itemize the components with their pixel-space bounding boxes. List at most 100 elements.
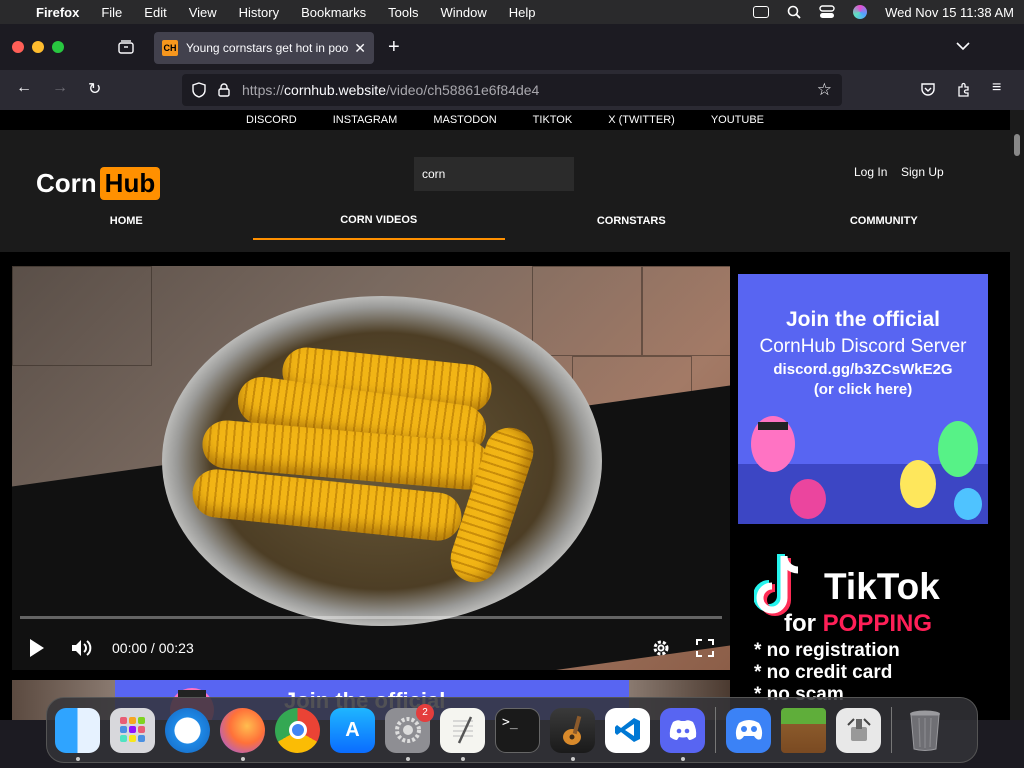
play-icon[interactable] — [30, 639, 44, 657]
menu-file[interactable]: File — [101, 5, 122, 20]
discord-ad-line2: CornHub Discord Server — [759, 336, 967, 357]
video-controls: 00:00 / 00:23 — [12, 626, 730, 670]
dock-separator — [715, 707, 716, 753]
safari-icon[interactable] — [165, 707, 210, 753]
social-link-tiktok[interactable]: TIKTOK — [533, 114, 573, 126]
site-logo[interactable]: Corn Hub — [36, 167, 161, 200]
control-center-icon[interactable] — [819, 5, 835, 19]
social-link-x-twitter[interactable]: X (TWITTER) — [608, 114, 675, 126]
url-scheme: https:// — [242, 82, 285, 98]
minecraft-icon[interactable] — [781, 707, 826, 753]
tab-overview-icon[interactable] — [118, 40, 134, 54]
discord-ad-invite: discord.gg/b3ZCsWkE2G — [773, 361, 953, 378]
firefox-icon[interactable] — [220, 707, 265, 761]
discord-mascots-illustration — [738, 416, 988, 524]
bookmark-star-icon[interactable]: ☆ — [817, 80, 832, 100]
url-host: cornhub.website — [284, 82, 386, 98]
siri-icon[interactable] — [853, 5, 868, 19]
chrome-center — [288, 721, 307, 739]
nav-corn-videos[interactable]: CORN VIDEOS — [252, 202, 505, 240]
tiktok-ad[interactable]: TikTok for POPPING * no registration * n… — [738, 540, 988, 720]
menu-window[interactable]: Window — [441, 5, 487, 20]
nav-cornstars[interactable]: CORNSTARS — [505, 202, 758, 240]
chrome-icon[interactable] — [275, 707, 320, 753]
zoom-window-button[interactable] — [52, 41, 64, 53]
tiktok-popping: POPPING — [822, 610, 933, 637]
new-tab-icon[interactable]: + — [388, 36, 400, 59]
pocket-icon[interactable] — [920, 82, 936, 98]
menu-tools[interactable]: Tools — [388, 5, 418, 20]
tab-active[interactable]: CH Young cornstars get hot in pool ✕ — [154, 32, 374, 64]
extensions-icon[interactable] — [956, 82, 972, 98]
social-link-instagram[interactable]: INSTAGRAM — [333, 114, 398, 126]
search-input[interactable] — [414, 157, 574, 191]
screen-mirroring-icon[interactable] — [753, 6, 770, 18]
nav-community[interactable]: COMMUNITY — [758, 202, 1011, 240]
running-indicator — [76, 756, 80, 761]
menu-bookmarks[interactable]: Bookmarks — [301, 5, 366, 20]
garageband-icon[interactable] — [550, 707, 595, 761]
menu-edit[interactable]: Edit — [144, 5, 166, 20]
url-path: /video/ch58861e6f84de4 — [385, 82, 540, 98]
textedit-icon[interactable] — [440, 707, 485, 761]
running-indicator — [461, 756, 465, 761]
back-icon[interactable]: ← — [16, 79, 32, 97]
social-links: DISCORD INSTAGRAM MASTODON TIKTOK X (TWI… — [0, 110, 1010, 130]
signup-link[interactable]: Sign Up — [901, 165, 944, 179]
social-link-youtube[interactable]: YOUTUBE — [711, 114, 764, 126]
url-bar[interactable]: https:// cornhub.website /video/ch58861e… — [182, 74, 842, 106]
lock-icon[interactable] — [218, 83, 230, 97]
wall-tile — [642, 266, 730, 356]
dock-separator — [891, 707, 892, 753]
nav-home[interactable]: HOME — [0, 202, 253, 240]
login-link[interactable]: Log In — [854, 165, 887, 179]
list-all-tabs-icon[interactable] — [956, 41, 970, 51]
menu-help[interactable]: Help — [509, 5, 536, 20]
settings-gear-icon[interactable] — [652, 639, 670, 657]
system-settings-icon[interactable]: 2 — [385, 703, 434, 761]
firefox-window: CH Young cornstars get hot in pool ✕ + ←… — [0, 24, 1024, 768]
app-store-icon[interactable]: A — [330, 707, 375, 753]
terminal-icon[interactable]: >_ — [495, 707, 540, 753]
minimize-window-button[interactable] — [32, 41, 44, 53]
close-window-button[interactable] — [12, 41, 24, 53]
menu-bar: Firefox File Edit View History Bookmarks… — [0, 0, 1024, 24]
menu-app-name[interactable]: Firefox — [36, 5, 79, 20]
app-menu-icon[interactable]: ≡ — [992, 79, 1001, 97]
launchpad-icon[interactable] — [110, 707, 155, 753]
social-link-discord[interactable]: DISCORD — [246, 114, 297, 126]
settings-badge: 2 — [416, 703, 434, 722]
tracking-shield-icon[interactable] — [192, 82, 206, 98]
fullscreen-icon[interactable] — [696, 639, 714, 657]
discord-icon[interactable] — [660, 707, 705, 761]
trash-icon[interactable] — [902, 708, 947, 753]
running-indicator — [241, 756, 245, 761]
cornhub-favicon: CH — [162, 40, 178, 56]
forward-icon[interactable]: → — [52, 79, 68, 97]
volume-icon[interactable] — [70, 638, 94, 658]
scrollbar-thumb[interactable] — [1014, 134, 1020, 156]
finder-icon[interactable] — [55, 707, 100, 761]
menu-clock[interactable]: Wed Nov 15 11:38 AM — [885, 5, 1014, 20]
menu-history[interactable]: History — [239, 5, 279, 20]
close-tab-icon[interactable]: ✕ — [354, 40, 366, 57]
game-controller-icon[interactable] — [726, 707, 771, 753]
vscode-icon[interactable] — [605, 707, 650, 753]
running-indicator — [406, 756, 410, 761]
video-time: 00:00 / 00:23 — [112, 640, 194, 656]
archive-utility-icon[interactable] — [836, 707, 881, 753]
tiktok-for-popping: for POPPING — [784, 610, 932, 638]
video-progress-bar[interactable] — [20, 616, 722, 619]
menu-view[interactable]: View — [189, 5, 217, 20]
discord-ad[interactable]: Join the official CornHub Discord Server… — [738, 274, 988, 524]
nav-toolbar: ← → ↻ https:// cornhub.website /video/ch… — [0, 70, 1024, 110]
social-link-mastodon[interactable]: MASTODON — [433, 114, 496, 126]
spotlight-search-icon[interactable] — [787, 5, 801, 19]
reload-icon[interactable]: ↻ — [88, 79, 101, 99]
page-scrollbar[interactable] — [1010, 110, 1024, 720]
discord-ad-line4: (or click here) — [813, 381, 913, 398]
video-player[interactable]: 00:00 / 00:23 — [12, 266, 730, 670]
tab-title: Young cornstars get hot in pool — [186, 41, 349, 55]
wall-tile — [12, 266, 152, 366]
tiktok-line-registration: * no registration — [754, 640, 900, 661]
